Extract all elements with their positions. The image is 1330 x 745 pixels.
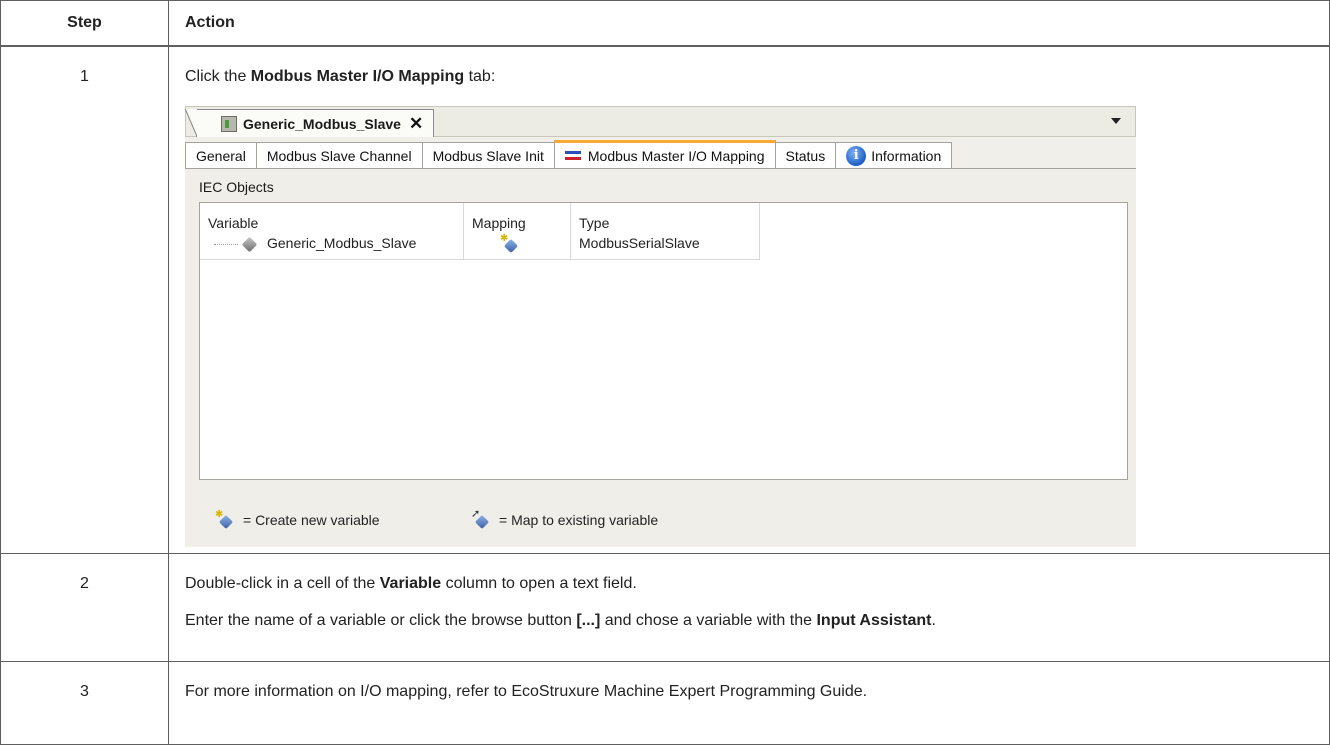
tab-label: General	[196, 147, 246, 164]
tab-information[interactable]: i Information	[835, 142, 953, 168]
table-row: 1 Click the Modbus Master I/O Mapping ta…	[0, 45, 1330, 554]
tab-label: Status	[785, 147, 826, 164]
action-text-bold: [...]	[576, 612, 601, 629]
tab-modbus-slave-init[interactable]: Modbus Slave Init	[421, 142, 555, 168]
action-text: Click the Modbus Master I/O Mapping tab:	[185, 67, 1329, 87]
action-text-bold: Variable	[379, 575, 442, 592]
chevron-down-icon[interactable]	[1111, 118, 1121, 124]
procedure-table: Step Action 1 Click the Modbus Master I/…	[0, 0, 1330, 745]
table-row[interactable]: Generic_Modbus_Slave ✱ ModbusSerialSlave	[200, 233, 760, 260]
document-tab-title: Generic_Modbus_Slave	[243, 115, 401, 132]
editor-tab-strip: General Modbus Slave Channel Modbus Slav…	[185, 140, 1136, 169]
variable-name: Generic_Modbus_Slave	[267, 235, 417, 251]
legend-create-text: = Create new variable	[243, 512, 380, 528]
mapping-content-area: IEC Objects Variable Mapping Type Generi…	[185, 168, 1136, 547]
action-text-part: tab:	[464, 68, 496, 85]
map-existing-variable-icon: ➚	[471, 508, 491, 530]
table-header-row: Step Action	[0, 0, 1330, 47]
info-icon: i	[846, 145, 867, 166]
variable-cube-icon	[241, 236, 258, 253]
step-number: 1	[0, 45, 169, 554]
tree-connector	[214, 243, 238, 245]
action-cell: Double-click in a cell of the Variable c…	[168, 553, 1330, 662]
type-cell: ModbusSerialSlave	[570, 235, 760, 260]
iec-objects-label: IEC Objects	[199, 179, 274, 195]
iec-objects-grid[interactable]: Variable Mapping Type Generic_Modbus_Sla…	[199, 202, 1128, 480]
action-text-part: Enter the name of a variable or click th…	[185, 612, 577, 629]
tab-modbus-master-io-mapping[interactable]: Modbus Master I/O Mapping	[553, 140, 776, 168]
tab-label: Information	[871, 147, 942, 164]
variable-cell[interactable]: Generic_Modbus_Slave	[200, 235, 464, 260]
swap-arrows-icon	[564, 150, 583, 162]
action-text: For more information on I/O mapping, ref…	[185, 683, 868, 700]
action-column-header: Action	[168, 0, 1330, 47]
device-icon	[221, 115, 237, 132]
action-text-part: Double-click in a cell of the	[185, 575, 380, 592]
create-new-variable-icon: ✱	[500, 233, 520, 254]
step-column-header: Step	[0, 0, 169, 47]
tab-modbus-slave-channel[interactable]: Modbus Slave Channel	[255, 142, 423, 168]
action-text: Double-click in a cell of the Variable c…	[185, 574, 1329, 594]
legend-map: ➚ = Map to existing variable	[471, 508, 659, 530]
legend-map-text: = Map to existing variable	[499, 512, 659, 528]
tab-status[interactable]: Status	[774, 142, 837, 168]
document-tab-bar: Generic_Modbus_Slave ✕	[184, 106, 1136, 137]
tab-label: Modbus Slave Init	[432, 147, 544, 164]
action-text-part: Click the	[185, 68, 251, 85]
document-tab[interactable]: Generic_Modbus_Slave ✕	[184, 109, 435, 137]
tab-general[interactable]: General	[185, 142, 257, 168]
column-header-mapping[interactable]: Mapping	[463, 203, 571, 235]
tab-label: Modbus Master I/O Mapping	[587, 147, 765, 164]
step-number: 2	[0, 553, 169, 662]
tab-label: Modbus Slave Channel	[266, 147, 412, 164]
grid-header-row: Variable Mapping Type	[200, 203, 760, 235]
action-text-part: .	[931, 612, 936, 629]
column-header-type[interactable]: Type	[570, 203, 760, 235]
table-row: 2 Double-click in a cell of the Variable…	[0, 553, 1330, 662]
table-row: 3 For more information on I/O mapping, r…	[0, 661, 1330, 745]
create-new-variable-icon: ✱	[215, 509, 235, 530]
column-header-variable[interactable]: Variable	[200, 203, 464, 235]
action-text-bold: Input Assistant	[816, 612, 932, 629]
action-cell: Click the Modbus Master I/O Mapping tab:…	[168, 45, 1330, 554]
action-text-part: column to open a text field.	[441, 575, 637, 592]
mapping-grid: Variable Mapping Type Generic_Modbus_Sla…	[200, 203, 760, 260]
mapping-legend: ✱ = Create new variable ➚ = Map to exist…	[185, 487, 1136, 547]
close-icon[interactable]: ✕	[409, 114, 423, 134]
action-cell: For more information on I/O mapping, ref…	[168, 661, 1330, 745]
step-number: 3	[0, 661, 169, 745]
action-text-part: and chose a variable with the	[600, 612, 817, 629]
action-text: Enter the name of a variable or click th…	[185, 611, 1329, 631]
legend-create: ✱ = Create new variable	[215, 509, 380, 530]
action-text-bold: Modbus Master I/O Mapping	[250, 68, 465, 85]
mapping-cell[interactable]: ✱	[463, 233, 571, 260]
io-mapping-editor-screenshot: Generic_Modbus_Slave ✕ General Modbus Sl…	[184, 106, 1136, 547]
